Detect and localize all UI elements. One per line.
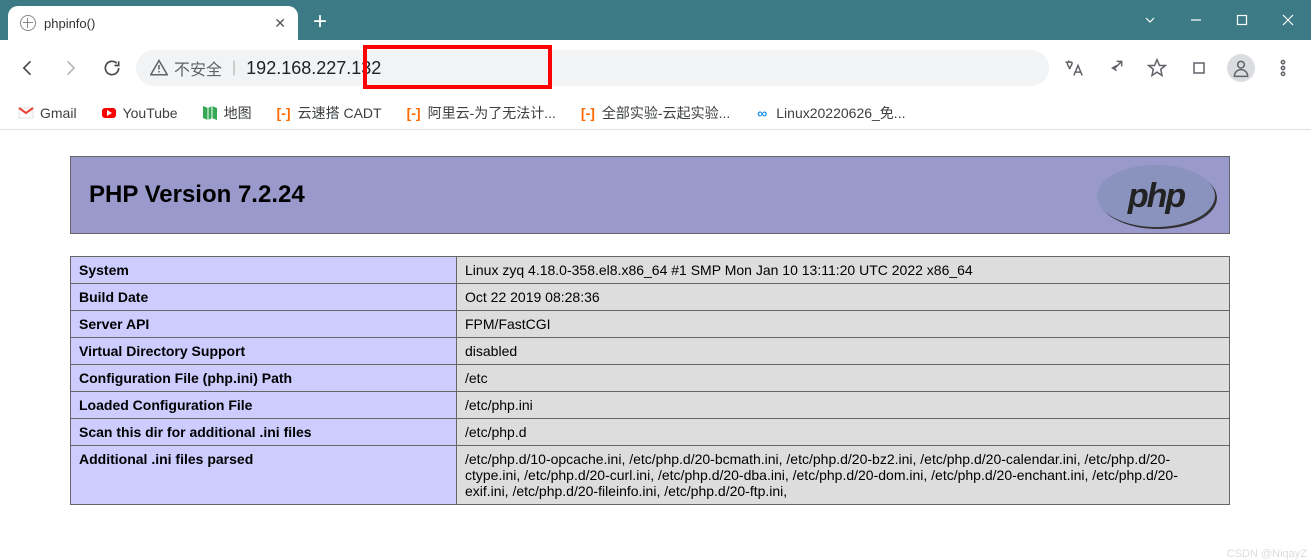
toolbar: 不安全 | 192.168.227.132 — [0, 40, 1311, 96]
config-key: Virtual Directory Support — [71, 338, 457, 365]
table-row: Virtual Directory Supportdisabled — [71, 338, 1230, 365]
table-row: SystemLinux zyq 4.18.0-358.el8.x86_64 #1… — [71, 257, 1230, 284]
bracket-icon: [-] — [580, 105, 596, 121]
security-warning[interactable]: 不安全 — [150, 56, 222, 80]
extensions-icon[interactable] — [1181, 50, 1217, 86]
table-row: Build DateOct 22 2019 08:28:36 — [71, 284, 1230, 311]
config-key: Loaded Configuration File — [71, 392, 457, 419]
bookmark-gmail[interactable]: Gmail — [18, 105, 77, 121]
gmail-icon — [18, 105, 34, 121]
config-value: disabled — [457, 338, 1230, 365]
annotation-highlight — [363, 45, 552, 89]
minimize-button[interactable] — [1173, 3, 1219, 37]
forward-button[interactable] — [52, 50, 88, 86]
address-bar[interactable]: 不安全 | 192.168.227.132 — [136, 50, 1049, 86]
bookmark-youtube[interactable]: YouTube — [101, 105, 178, 121]
bookmark-label: 云速搭 CADT — [298, 103, 382, 123]
php-version-banner: PHP Version 7.2.24 php — [70, 156, 1230, 234]
bookmark-aliyun[interactable]: [-] 阿里云-为了无法计... — [406, 103, 556, 123]
bookmark-maps[interactable]: 地图 — [202, 103, 252, 123]
config-key: System — [71, 257, 457, 284]
reload-button[interactable] — [94, 50, 130, 86]
config-key: Additional .ini files parsed — [71, 446, 457, 505]
page-content: PHP Version 7.2.24 php SystemLinux zyq 4… — [0, 130, 1311, 505]
bracket-icon: [-] — [406, 105, 422, 121]
php-logo: php — [1097, 165, 1215, 227]
config-value: /etc — [457, 365, 1230, 392]
bookmark-labs[interactable]: [-] 全部实验-云起实验... — [580, 103, 730, 123]
globe-icon — [20, 15, 36, 31]
maps-icon — [202, 105, 218, 121]
maximize-button[interactable] — [1219, 3, 1265, 37]
share-icon[interactable] — [1097, 50, 1133, 86]
profile-button[interactable] — [1223, 50, 1259, 86]
config-value: /etc/php.ini — [457, 392, 1230, 419]
toolbar-right — [1055, 50, 1301, 86]
youtube-icon — [101, 105, 117, 121]
new-tab-button[interactable]: + — [306, 8, 334, 36]
chevron-down-icon[interactable] — [1127, 3, 1173, 37]
table-row: Server APIFPM/FastCGI — [71, 311, 1230, 338]
config-value: Linux zyq 4.18.0-358.el8.x86_64 #1 SMP M… — [457, 257, 1230, 284]
php-version-heading: PHP Version 7.2.24 — [89, 181, 305, 209]
tab-strip: phpinfo() ✕ + — [0, 0, 334, 40]
tab-title: phpinfo() — [44, 16, 266, 31]
bracket-icon: [-] — [276, 105, 292, 121]
config-value: Oct 22 2019 08:28:36 — [457, 284, 1230, 311]
star-icon[interactable] — [1139, 50, 1175, 86]
config-value: /etc/php.d — [457, 419, 1230, 446]
bookmarks-bar: Gmail YouTube 地图 [-] 云速搭 CADT [-] 阿里云-为了… — [0, 96, 1311, 130]
window-controls — [1127, 0, 1311, 40]
bookmark-label: 全部实验-云起实验... — [602, 103, 730, 123]
back-button[interactable] — [10, 50, 46, 86]
insecure-label: 不安全 — [174, 56, 222, 80]
table-row: Configuration File (php.ini) Path/etc — [71, 365, 1230, 392]
table-row: Additional .ini files parsed/etc/php.d/1… — [71, 446, 1230, 505]
watermark: CSDN @NiqayZ — [1227, 548, 1307, 560]
bookmark-label: 阿里云-为了无法计... — [428, 103, 556, 123]
close-button[interactable] — [1265, 3, 1311, 37]
avatar — [1227, 54, 1255, 82]
table-row: Loaded Configuration File/etc/php.ini — [71, 392, 1230, 419]
table-row: Scan this dir for additional .ini files/… — [71, 419, 1230, 446]
close-icon[interactable]: ✕ — [274, 15, 286, 32]
bookmark-label: Gmail — [40, 105, 77, 121]
bookmark-cadt[interactable]: [-] 云速搭 CADT — [276, 103, 382, 123]
warning-icon — [150, 59, 168, 77]
separator: | — [232, 59, 236, 77]
config-value: FPM/FastCGI — [457, 311, 1230, 338]
browser-tab[interactable]: phpinfo() ✕ — [8, 6, 298, 40]
infinity-icon: ∞ — [754, 105, 770, 121]
config-key: Scan this dir for additional .ini files — [71, 419, 457, 446]
bookmark-linux[interactable]: ∞ Linux20220626_免... — [754, 103, 905, 123]
config-key: Configuration File (php.ini) Path — [71, 365, 457, 392]
bookmark-label: YouTube — [123, 105, 178, 121]
menu-icon[interactable] — [1265, 50, 1301, 86]
phpinfo-table: SystemLinux zyq 4.18.0-358.el8.x86_64 #1… — [70, 256, 1230, 505]
url-text: 192.168.227.132 — [246, 58, 381, 79]
config-value: /etc/php.d/10-opcache.ini, /etc/php.d/20… — [457, 446, 1230, 505]
window-titlebar: phpinfo() ✕ + — [0, 0, 1311, 40]
bookmark-label: 地图 — [224, 103, 252, 123]
bookmark-label: Linux20220626_免... — [776, 103, 905, 123]
config-key: Server API — [71, 311, 457, 338]
config-key: Build Date — [71, 284, 457, 311]
translate-icon[interactable] — [1055, 50, 1091, 86]
